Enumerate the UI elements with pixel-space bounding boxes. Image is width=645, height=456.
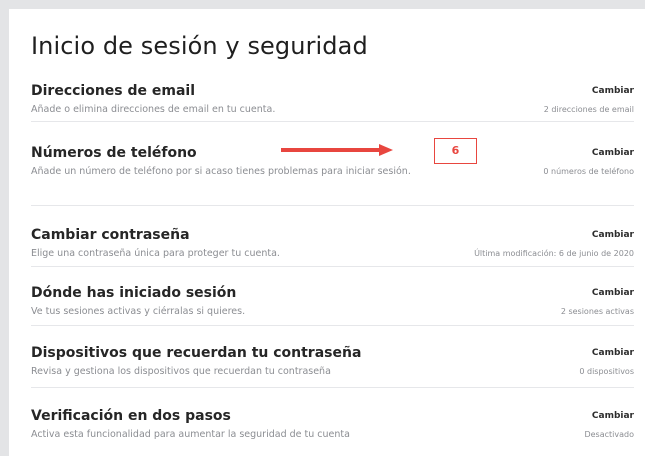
- row-title: Dónde has iniciado sesión: [31, 285, 237, 301]
- change-two-step-button[interactable]: Cambiar: [592, 411, 634, 421]
- row-title: Direcciones de email: [31, 83, 196, 99]
- row-status: 0 números de teléfono: [543, 167, 634, 176]
- row-description: Añade un número de teléfono por si acaso…: [31, 166, 411, 177]
- settings-row-two-step: Verificación en dos pasos Activa esta fu…: [31, 408, 634, 448]
- change-password-button[interactable]: Cambiar: [592, 230, 634, 240]
- row-title: Verificación en dos pasos: [31, 408, 231, 424]
- row-title: Números de teléfono: [31, 145, 197, 161]
- row-status: 2 direcciones de email: [543, 105, 634, 114]
- security-settings-panel: Inicio de sesión y seguridad Direcciones…: [9, 9, 645, 456]
- change-email-button[interactable]: Cambiar: [592, 86, 634, 96]
- row-status: 2 sesiones activas: [560, 307, 634, 316]
- row-status: 0 dispositivos: [579, 367, 634, 376]
- row-status: Desactivado: [584, 430, 634, 439]
- settings-row-devices: Dispositivos que recuerdan tu contraseña…: [31, 345, 634, 388]
- settings-row-email: Direcciones de email Añade o elimina dir…: [31, 83, 634, 122]
- row-description: Revisa y gestiona los dispositivos que r…: [31, 366, 331, 377]
- change-sessions-button[interactable]: Cambiar: [592, 288, 634, 298]
- settings-row-password: Cambiar contraseña Elige una contraseña …: [31, 227, 634, 267]
- row-description: Elige una contraseña única para proteger…: [31, 248, 280, 259]
- change-devices-button[interactable]: Cambiar: [592, 348, 634, 358]
- settings-row-sessions: Dónde has iniciado sesión Ve tus sesione…: [31, 285, 634, 326]
- annotation-number-badge: 6: [434, 138, 477, 164]
- row-description: Añade o elimina direcciones de email en …: [31, 104, 276, 115]
- arrow-right-icon: [281, 144, 393, 156]
- row-title: Dispositivos que recuerdan tu contraseña: [31, 345, 362, 361]
- row-status: Última modificación: 6 de junio de 2020: [474, 249, 634, 258]
- page-title: Inicio de sesión y seguridad: [31, 32, 368, 60]
- row-title: Cambiar contraseña: [31, 227, 190, 243]
- row-description: Ve tus sesiones activas y ciérralas si q…: [31, 306, 246, 317]
- change-phone-button[interactable]: Cambiar: [592, 148, 634, 158]
- row-description: Activa esta funcionalidad para aumentar …: [31, 429, 350, 440]
